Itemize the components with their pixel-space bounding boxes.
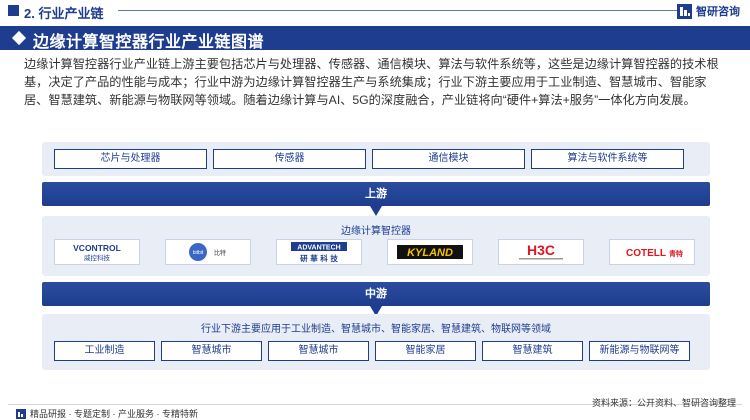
upstream-item: 通信模块: [372, 149, 525, 169]
svg-text:ADVANTECH: ADVANTECH: [297, 245, 340, 252]
footer-tagline: 精品研报 · 专题定制 · 产业服务 · 专精特新: [16, 407, 198, 420]
bitbit-logo-icon: bitbit 比特: [189, 243, 226, 261]
diamond-icon: [11, 30, 27, 46]
footer-tagline-text: 精品研报 · 专题定制 · 产业服务 · 专精特新: [30, 409, 198, 419]
brand-small-icon: [16, 408, 26, 419]
company-logo-bitbit: bitbit 比特: [165, 239, 251, 265]
svg-text:威控科技: 威控科技: [84, 253, 111, 262]
kyland-logo-icon: KYLAND: [397, 245, 463, 259]
upstream-item: 芯片与处理器: [54, 149, 207, 169]
brand: 智研咨询: [677, 3, 740, 19]
brand-name: 智研咨询: [696, 6, 740, 18]
arrow-down-icon: [370, 206, 382, 216]
downstream-item: 智慧城市: [161, 341, 262, 361]
downstream-title: 行业下游主要应用于工业制造、智慧城市、智能家居、智慧建筑、物联网等领域: [201, 324, 551, 335]
source-note: 资料来源：公开资料、智研咨询整理: [591, 398, 736, 408]
downstream-item: 智能家居: [375, 341, 476, 361]
footer: 精品研报 · 专题定制 · 产业服务 · 专精特新 资料来源：公开资料、智研咨询…: [0, 398, 750, 420]
brand-logo-icon: [677, 3, 692, 19]
top-header: 2. 行业产业链 智研咨询: [0, 0, 750, 26]
svg-text:研 華 科 技: 研 華 科 技: [300, 253, 338, 263]
vcontrol-logo-icon: VCONTROL 威控科技: [73, 243, 121, 262]
svg-text:COTELL: COTELL: [626, 248, 666, 259]
downstream-item: 智慧建筑: [482, 341, 583, 361]
upstream-items: 芯片与处理器 传感器 通信模块 算法与软件系统等: [54, 149, 684, 169]
company-logo-kyland: KYLAND: [387, 239, 473, 265]
svg-text:KYLAND: KYLAND: [407, 247, 453, 259]
upstream-panel: 芯片与处理器 传感器 通信模块 算法与软件系统等: [42, 142, 710, 176]
advantech-logo-icon: ADVANTECH 研 華 科 技: [291, 242, 347, 263]
svg-text:青特: 青特: [669, 249, 683, 258]
industry-chain-diagram: 芯片与处理器 传感器 通信模块 算法与软件系统等 上游 边缘计算智控器 VCON…: [42, 142, 710, 370]
svg-text:bitbit: bitbit: [193, 250, 204, 256]
intro-paragraph: 边缘计算智控器行业产业链上游主要包括芯片与处理器、传感器、通信模块、算法与软件系…: [24, 57, 719, 107]
upstream-band: 上游: [42, 182, 710, 206]
page-title: 边缘计算智控器行业产业链图谱: [33, 34, 265, 51]
midstream-title: 边缘计算智控器: [341, 226, 411, 237]
company-logo-cotell: COTELL 青特: [609, 239, 695, 265]
upstream-item: 算法与软件系统等: [531, 149, 684, 169]
midstream-band: 中游: [42, 282, 710, 306]
svg-text:VCONTROL: VCONTROL: [73, 243, 121, 253]
upstream-item: 传感器: [213, 149, 366, 169]
title-bar: 边缘计算智控器行业产业链图谱: [0, 26, 750, 51]
svg-text:比特: 比特: [214, 249, 226, 257]
downstream-item: 新能源与物联网等: [589, 341, 690, 361]
company-logo-advantech: ADVANTECH 研 華 科 技: [276, 239, 362, 265]
svg-text:H3C: H3C: [527, 242, 555, 258]
header-divider: [118, 10, 678, 11]
company-logo-vcontrol: VCONTROL 威控科技: [54, 239, 140, 265]
h3c-logo-icon: H3C: [519, 242, 563, 260]
downstream-items: 工业制造 智慧城市 智慧城市 智能家居 智慧建筑 新能源与物联网等: [54, 341, 690, 361]
cotell-logo-icon: COTELL 青特: [626, 248, 683, 259]
section-marker: [8, 5, 19, 16]
downstream-item: 智慧城市: [268, 341, 369, 361]
downstream-item: 工业制造: [54, 341, 155, 361]
company-logo-h3c: H3C: [498, 239, 584, 265]
section-title: 2. 行业产业链: [24, 6, 104, 21]
